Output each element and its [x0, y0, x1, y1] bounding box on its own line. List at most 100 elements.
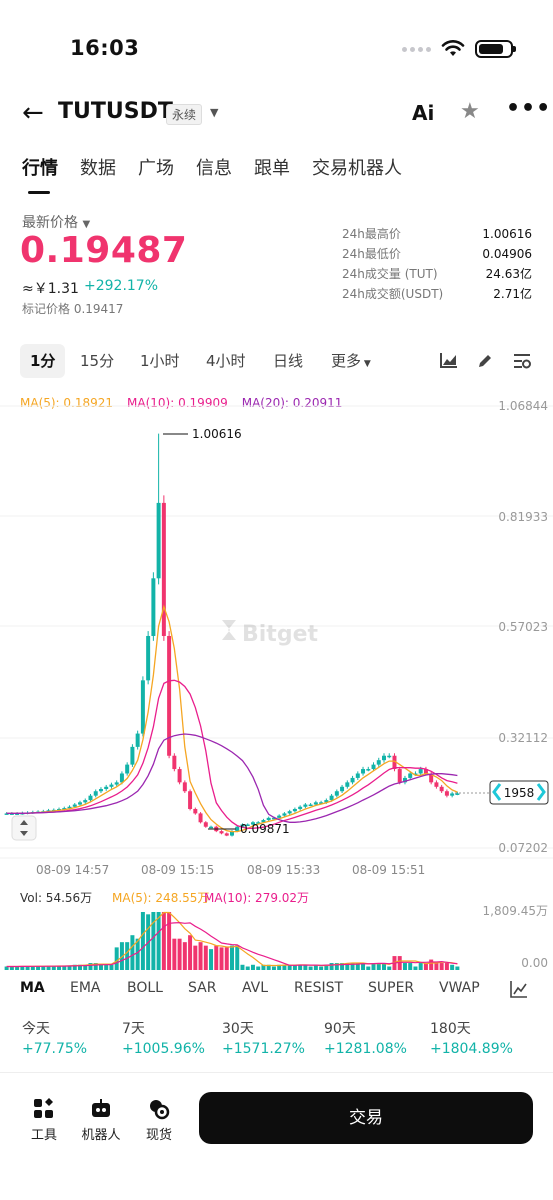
trade-button[interactable]: 交易	[199, 1092, 533, 1144]
tab-trading-bot[interactable]: 交易机器人	[312, 154, 402, 180]
x-tick: 08-09 14:57	[36, 863, 109, 877]
candle-body	[313, 802, 318, 805]
indicator-boll[interactable]: BOLL	[127, 980, 163, 996]
volume-chart[interactable]: Vol: 54.56万 MA(5): 248.55万 MA(10): 279.0…	[0, 888, 553, 974]
stats-panel: 24h最高价 1.00616 24h最低价 0.04906 24h成交量 (TUT)…	[342, 224, 532, 304]
candle-body	[361, 769, 366, 774]
volume-bar	[172, 938, 177, 970]
candle-body	[376, 760, 381, 765]
tab-square[interactable]: 广场	[138, 154, 174, 180]
candle-body	[224, 833, 229, 836]
tools-icon	[34, 1098, 53, 1118]
volume-bar	[193, 945, 198, 970]
period-1h[interactable]: 1小时	[140, 344, 180, 378]
candle-body	[146, 635, 151, 681]
indicator-ema[interactable]: EMA	[70, 980, 101, 996]
candle-body	[439, 786, 444, 792]
chart-type-icon[interactable]	[440, 352, 458, 368]
kline-chart[interactable]: 1.06844 0.81933 0.57023 0.32112 0.07202 …	[0, 388, 553, 888]
latest-price-label[interactable]: 最新价格 ▼	[22, 212, 90, 232]
period-selector: 1分 15分 1小时 4小时 日线 更多 ▼	[20, 344, 540, 378]
stat-key: 24h最高价	[342, 227, 401, 241]
volume-bar	[161, 912, 166, 970]
more-menu-icon[interactable]: •••	[506, 96, 551, 121]
indicator-sar[interactable]: SAR	[188, 980, 216, 996]
spot-icon	[150, 1100, 170, 1120]
scale-toggle-button[interactable]	[11, 815, 37, 841]
volume-bars	[4, 912, 460, 970]
tab-info[interactable]: 信息	[196, 154, 232, 180]
volume-bar	[387, 966, 392, 970]
low-marker-label: 0.09871	[240, 822, 290, 836]
volume-bar	[418, 963, 423, 970]
candle-body	[287, 811, 292, 814]
candle-body	[450, 793, 455, 796]
indicator-super[interactable]: SUPER	[368, 980, 414, 996]
pair-dropdown-icon[interactable]: ▼	[210, 106, 218, 119]
ai-button[interactable]: Ai	[412, 101, 434, 125]
volume-bar	[198, 942, 203, 970]
volume-bar	[224, 947, 229, 970]
cny-price: ≈￥1.31	[22, 281, 79, 297]
candle-body	[292, 808, 297, 812]
indicator-settings-icon[interactable]	[510, 980, 528, 998]
volume-bar	[114, 947, 119, 970]
indicator-avl[interactable]: AVL	[242, 980, 268, 996]
period-1m[interactable]: 1分	[20, 344, 66, 378]
candle-body	[188, 791, 193, 809]
tab-data[interactable]: 数据	[80, 154, 116, 180]
volume-bar	[444, 963, 449, 970]
candle-body	[366, 769, 371, 771]
volume-bar	[188, 935, 193, 970]
candle-body	[88, 795, 93, 801]
volume-bar	[209, 949, 214, 970]
volume-bar	[439, 963, 444, 970]
volume-bar	[130, 935, 135, 970]
perf-7d: 7天 +1005.96%	[122, 1018, 205, 1057]
vol-zero-tick: 0.00	[521, 956, 548, 970]
candle-body	[140, 680, 145, 734]
candle-body	[83, 800, 88, 803]
volume-bar	[203, 945, 208, 970]
candle-body	[444, 791, 449, 796]
y-tick: 0.57023	[498, 620, 548, 634]
favorite-star-icon[interactable]: ★	[460, 99, 480, 124]
candle-body	[355, 773, 360, 778]
stat-value: 2.71亿	[493, 287, 532, 301]
y-tick: 1.06844	[498, 399, 548, 413]
volume-bar	[402, 963, 407, 970]
pair-title[interactable]: TUTUSDT	[58, 99, 173, 124]
candle-body	[72, 804, 77, 807]
volume-bar	[250, 964, 255, 970]
candle-body	[345, 782, 350, 787]
back-arrow-icon[interactable]: ←	[22, 100, 44, 126]
vol-legend: Vol: 54.56万	[20, 891, 92, 905]
tools-button[interactable]: 工具	[22, 1094, 66, 1143]
perf-180d: 180天 +1804.89%	[430, 1018, 513, 1057]
period-15m[interactable]: 15分	[80, 344, 114, 378]
robot-button[interactable]: 机器人	[79, 1094, 123, 1143]
period-more[interactable]: 更多 ▼	[331, 344, 371, 381]
x-tick: 08-09 15:33	[247, 863, 320, 877]
candle-body	[156, 502, 161, 579]
top-tabs: 行情 数据 广场 信息 跟单 交易机器人	[22, 154, 424, 194]
period-1d[interactable]: 日线	[273, 344, 303, 378]
candle-body	[130, 746, 135, 765]
price-change: +292.17%	[84, 278, 159, 294]
tab-market[interactable]: 行情	[22, 154, 58, 194]
spot-button[interactable]: 现货	[137, 1094, 181, 1143]
candle-body	[93, 791, 98, 796]
draw-pen-icon[interactable]	[476, 352, 494, 370]
perf-value: +77.75%	[22, 1041, 88, 1057]
perf-value: +1571.27%	[222, 1041, 305, 1057]
period-4h[interactable]: 4小时	[206, 344, 246, 378]
chart-settings-icon[interactable]	[512, 352, 532, 370]
tab-copy-trade[interactable]: 跟单	[254, 154, 290, 180]
indicator-resist[interactable]: RESIST	[294, 980, 343, 996]
indicator-ma[interactable]: MA	[20, 980, 45, 996]
stat-value: 1.00616	[482, 227, 532, 241]
candle-body	[193, 808, 198, 814]
indicator-vwap[interactable]: VWAP	[439, 980, 480, 996]
current-price-tag-text: 1958	[504, 786, 535, 800]
ma-line	[6, 604, 458, 833]
